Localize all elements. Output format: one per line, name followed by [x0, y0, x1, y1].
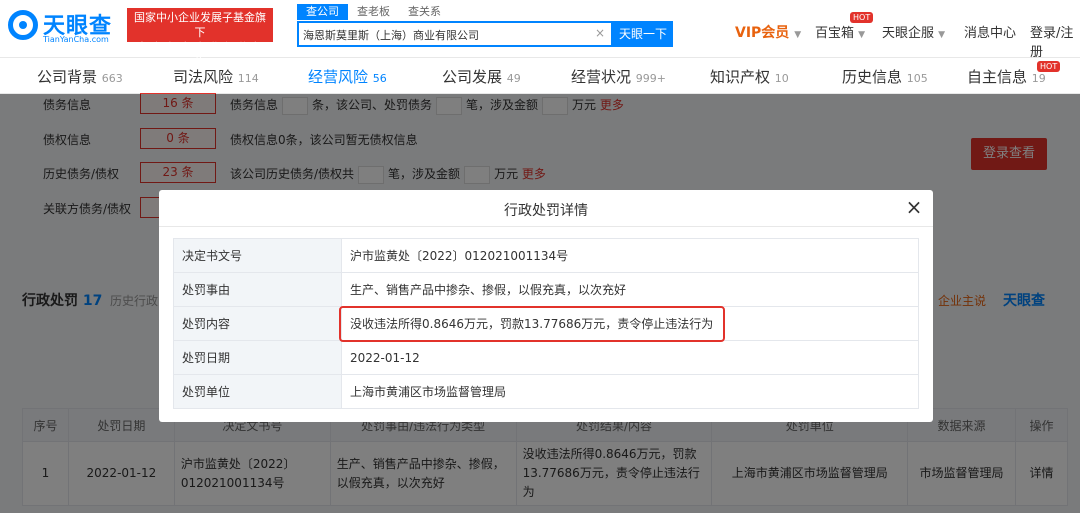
detail-row-date: 处罚日期 2022-01-12 — [173, 340, 919, 375]
hot-badge: HOT — [1037, 61, 1061, 72]
search-area: 查公司 查老板 查关系 × 天眼一下 — [297, 4, 677, 47]
detail-value: 2022-01-12 — [341, 340, 919, 375]
enterprise-service-menu[interactable]: 天眼企服 ▼ — [882, 22, 945, 41]
tab-label: 经营风险 — [308, 68, 369, 86]
tab-label: 公司发展 — [442, 68, 503, 86]
tab-count: 999+ — [635, 72, 667, 85]
tianyancha-logo[interactable]: 天眼查 TianYanCha.com — [8, 6, 123, 46]
vip-label: VIP会员 — [735, 25, 790, 41]
login-register-link[interactable]: 登录/注册 — [1030, 22, 1080, 60]
tab-label: 自主信息 — [967, 68, 1028, 86]
tab-count: 10 — [774, 72, 789, 85]
tab-self-info[interactable]: 自主信息 19 — [967, 66, 1046, 87]
hot-badge: HOT — [850, 12, 874, 23]
search-box: × — [297, 21, 613, 47]
detail-row-content: 处罚内容 没收违法所得0.8646万元，罚款13.77686万元，责令停止违法行… — [173, 306, 919, 341]
tab-company-background[interactable]: 公司背景 663 — [37, 66, 123, 87]
enterprise-label: 天眼企服 — [882, 26, 935, 41]
chevron-down-icon: ▼ — [938, 30, 946, 40]
tab-count: 49 — [506, 72, 521, 85]
penalty-detail-modal: 行政处罚详情 × 决定书文号 沪市监黄处〔2022〕012021001134号 … — [159, 190, 933, 422]
toolbox-menu[interactable]: 百宝箱 ▼ — [815, 22, 865, 41]
clear-icon[interactable]: × — [595, 26, 605, 40]
tab-operating-risk[interactable]: 经营风险 56 — [308, 66, 387, 87]
logo-subtext: TianYanCha.com — [43, 35, 109, 44]
tab-label: 知识产权 — [710, 68, 771, 86]
top-header: 天眼查 TianYanCha.com 国家中小企业发展子基金旗下 官 方 备 案… — [0, 0, 1080, 69]
chevron-down-icon: ▼ — [794, 30, 802, 40]
detail-table: 决定书文号 沪市监黄处〔2022〕012021001134号 处罚事由 生产、销… — [173, 238, 919, 409]
detail-value: 沪市监黄处〔2022〕012021001134号 — [341, 238, 919, 273]
tab-history-info[interactable]: 历史信息 105 — [842, 66, 928, 87]
detail-row-unit: 处罚单位 上海市黄浦区市场监督管理局 — [173, 374, 919, 409]
detail-key: 处罚日期 — [173, 340, 342, 375]
tab-count: 114 — [237, 72, 259, 85]
gov-badge: 国家中小企业发展子基金旗下 官 方 备 案 企 业 征 信 机 构 — [127, 8, 273, 69]
message-center-link[interactable]: 消息中心 — [964, 22, 1016, 41]
vip-member-menu[interactable]: VIP会员 ▼ — [735, 22, 801, 42]
tab-label: 公司背景 — [37, 68, 98, 86]
chevron-down-icon: ▼ — [858, 30, 866, 40]
detail-key: 决定书文号 — [173, 238, 342, 273]
tab-label: 司法风险 — [173, 68, 234, 86]
detail-key: 处罚事由 — [173, 272, 342, 307]
search-tabs: 查公司 查老板 查关系 — [297, 4, 450, 20]
modal-divider — [159, 226, 933, 227]
detail-value: 上海市黄浦区市场监督管理局 — [341, 374, 919, 409]
search-tab-boss[interactable]: 查老板 — [348, 4, 399, 20]
search-input[interactable] — [303, 26, 583, 44]
tab-judicial-risk[interactable]: 司法风险 114 — [173, 66, 259, 87]
tab-count: 663 — [101, 72, 123, 85]
tab-label: 经营状况 — [571, 68, 632, 86]
tab-business-status[interactable]: 经营状况 999+ — [571, 66, 666, 87]
category-tabbar: 公司背景 663 司法风险 114 经营风险 56 公司发展 49 经营状况 9… — [0, 58, 1080, 94]
detail-row-reason: 处罚事由 生产、销售产品中掺杂、掺假，以假充真，以次充好 — [173, 272, 919, 307]
tab-intellectual-property[interactable]: 知识产权 10 — [710, 66, 789, 87]
search-tab-relation[interactable]: 查关系 — [399, 4, 450, 20]
gov-badge-line1: 国家中小企业发展子基金旗下 — [134, 11, 266, 39]
tab-count: 56 — [372, 72, 387, 85]
tab-label: 历史信息 — [842, 68, 903, 86]
toolbox-label: 百宝箱 — [815, 26, 855, 41]
detail-row-doc-no: 决定书文号 沪市监黄处〔2022〕012021001134号 — [173, 238, 919, 273]
tab-count: 19 — [1031, 72, 1046, 85]
detail-value: 没收违法所得0.8646万元，罚款13.77686万元，责令停止违法行为 — [341, 306, 919, 341]
tab-count: 105 — [906, 72, 928, 85]
search-tab-company[interactable]: 查公司 — [297, 4, 348, 20]
logo-eye-icon — [8, 10, 38, 40]
detail-value: 生产、销售产品中掺杂、掺假，以假充真，以次充好 — [341, 272, 919, 307]
modal-title: 行政处罚详情 — [504, 203, 588, 219]
close-icon[interactable]: × — [905, 197, 923, 217]
search-button[interactable]: 天眼一下 — [613, 21, 673, 47]
detail-key: 处罚单位 — [173, 374, 342, 409]
detail-key: 处罚内容 — [173, 306, 342, 341]
tab-company-development[interactable]: 公司发展 49 — [442, 66, 521, 87]
